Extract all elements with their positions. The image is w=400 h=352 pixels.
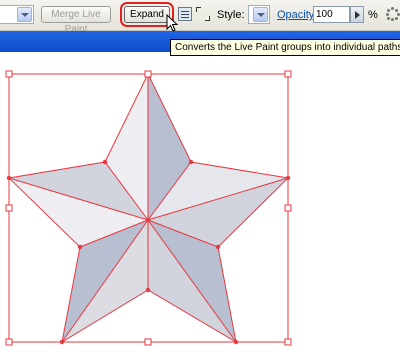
expand-button[interactable]: Expand	[120, 2, 174, 27]
style-label: Style:	[217, 9, 245, 21]
style-dropdown[interactable]	[248, 5, 270, 24]
opacity-label[interactable]: Opacity:	[277, 9, 317, 21]
chevron-down-icon[interactable]	[253, 7, 268, 22]
percent-label: %	[368, 9, 378, 21]
isolate-group-icon[interactable]	[196, 7, 210, 21]
artboard-canvas	[5, 70, 292, 346]
live-paint-options-icon[interactable]	[178, 7, 192, 21]
chevron-down-icon[interactable]	[17, 7, 32, 22]
opacity-slider-arrow-icon[interactable]	[350, 6, 364, 23]
merge-live-paint-button[interactable]: Merge Live Paint	[41, 6, 111, 35]
control-panel-toolbar: Merge Live Paint Expand Style: Opacity: …	[0, 0, 400, 35]
more-options-icon[interactable]	[386, 7, 400, 21]
opacity-field[interactable]: 100	[313, 6, 350, 23]
previous-dropdown[interactable]	[0, 5, 34, 24]
pointer-cursor-icon	[166, 14, 179, 32]
